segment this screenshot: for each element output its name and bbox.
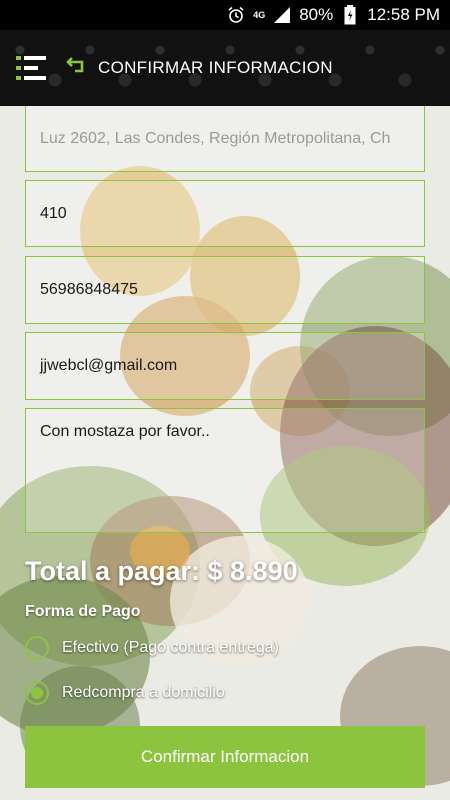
- network-type: 4G: [253, 10, 266, 20]
- menu-icon[interactable]: [16, 56, 46, 80]
- signal-icon: [273, 6, 291, 24]
- confirm-button[interactable]: Confirmar Informacion: [25, 726, 425, 788]
- payment-option-label: Redcompra a domicilio: [62, 684, 225, 701]
- battery-icon: [341, 5, 359, 25]
- app-bar: CONFIRMAR INFORMACION: [0, 30, 450, 106]
- comments-field[interactable]: Con mostaza por favor..: [25, 408, 425, 533]
- alarm-icon: [227, 6, 245, 24]
- payment-option-cash[interactable]: Efectivo (Pago contra entrega): [25, 636, 279, 660]
- payment-option-label: Efectivo (Pago contra entrega): [62, 639, 280, 656]
- total-amount: Total a pagar: $ 8.890: [25, 556, 298, 586]
- battery-percent: 80%: [299, 5, 334, 24]
- phone-field[interactable]: 56986848475: [25, 256, 425, 324]
- radio-unselected-icon[interactable]: [25, 636, 49, 660]
- clock: 12:58 PM: [367, 5, 440, 24]
- back-arrow-icon[interactable]: [66, 54, 88, 76]
- radio-selected-icon[interactable]: [25, 681, 49, 705]
- email-field[interactable]: jjwebcl@gmail.com: [25, 332, 425, 400]
- page-title: CONFIRMAR INFORMACION: [98, 58, 333, 77]
- number-field[interactable]: 410: [25, 180, 425, 247]
- status-bar: 4G 80% 12:58 PM: [0, 0, 450, 30]
- address-field[interactable]: Luz 2602, Las Condes, Región Metropolita…: [25, 106, 425, 172]
- payment-method-label: Forma de Pago: [25, 603, 141, 620]
- payment-option-redcompra[interactable]: Redcompra a domicilio: [25, 681, 225, 705]
